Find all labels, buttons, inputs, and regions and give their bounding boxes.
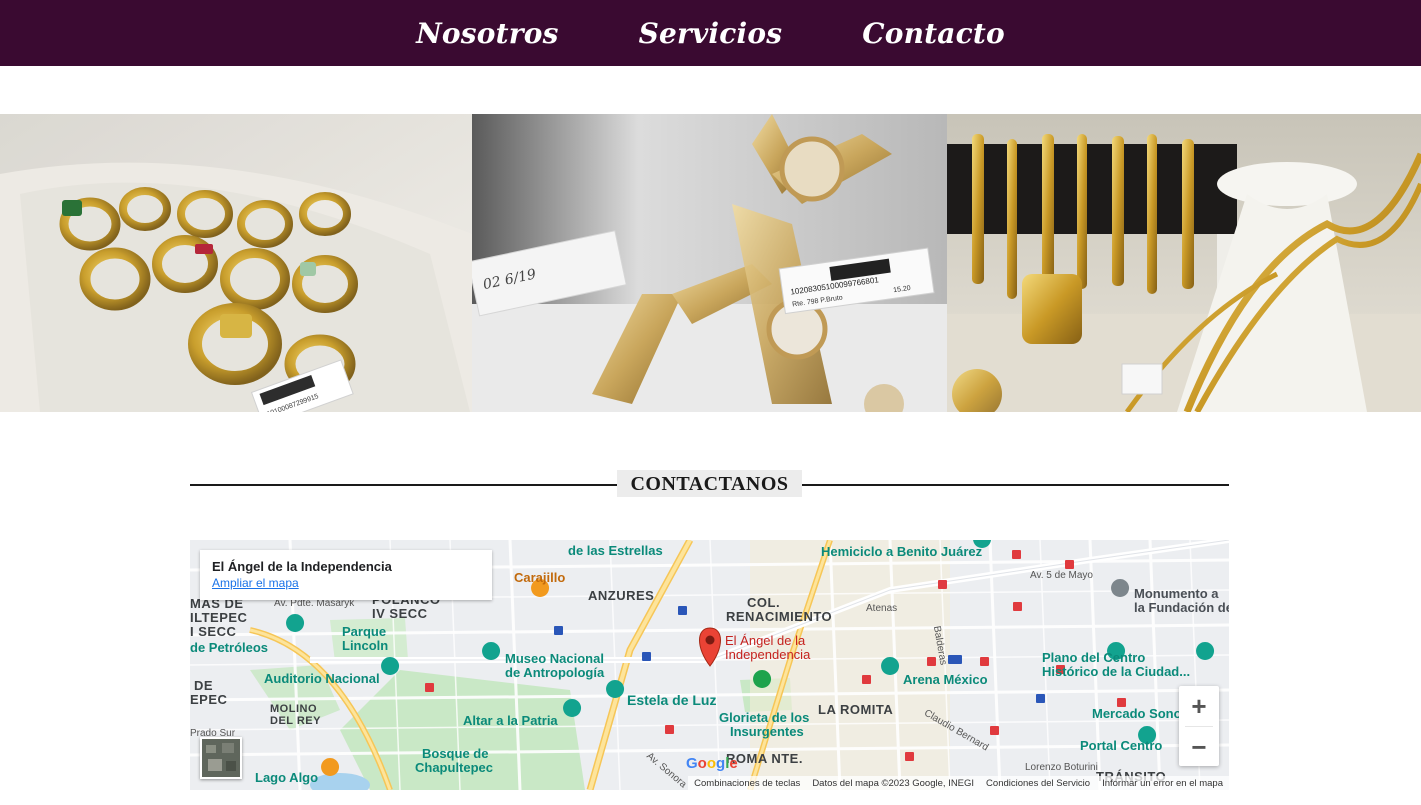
map-label-epec: EPEC bbox=[190, 692, 228, 707]
map-label-estela: Estela de Luz bbox=[627, 692, 717, 708]
map-label-i-secc: I SECC bbox=[190, 624, 237, 639]
contact-heading: CONTACTANOS bbox=[617, 470, 802, 497]
map-label-auditorio: Auditorio Nacional bbox=[264, 671, 380, 686]
contact-heading-wrap: CONTACTANOS bbox=[190, 470, 1229, 497]
map-label-renacimiento: RENACIMIENTO bbox=[726, 609, 833, 624]
map-info-card: El Ángel de la Independencia Ampliar el … bbox=[200, 550, 492, 600]
map-label-lincoln: Lincoln bbox=[342, 638, 389, 653]
map-shortcuts-link[interactable]: Combinaciones de teclas bbox=[694, 778, 800, 789]
map-label-petroleos: de Petróleos bbox=[190, 640, 269, 655]
map-label-de: DE bbox=[194, 678, 214, 693]
map-label-la-romita: LA ROMITA bbox=[818, 702, 894, 717]
map-label-bosque-2: Chapultepec bbox=[415, 760, 494, 775]
nav-contacto[interactable]: Contacto bbox=[862, 17, 1005, 50]
google-map[interactable]: ANZURES POLANCO IV SECC COL. RENACIMIENT… bbox=[190, 540, 1229, 790]
map-street-lorenzo: Lorenzo Boturini bbox=[1025, 762, 1098, 773]
map-label-iv-secc: IV SECC bbox=[372, 606, 428, 621]
map-label-parque: Parque bbox=[342, 624, 387, 639]
map-report-link[interactable]: Informar un error en el mapa bbox=[1102, 778, 1223, 789]
jewelry-gallery: 10100087299915 10208305100099766801 Rte.… bbox=[0, 114, 1421, 412]
map-label-portal: Portal Centro bbox=[1080, 738, 1163, 753]
map-label-museo-1: Museo Nacional bbox=[505, 651, 604, 666]
google-logo: Google bbox=[686, 755, 738, 772]
map-label-altar: Altar a la Patria bbox=[463, 713, 558, 728]
map-label-arena: Arena México bbox=[903, 672, 988, 687]
map-label-hemiciclo: Hemiciclo a Benito Juárez bbox=[821, 544, 983, 559]
enlarge-map-link[interactable]: Ampliar el mapa bbox=[212, 576, 480, 590]
map-place-title: El Ángel de la Independencia bbox=[212, 559, 392, 574]
rings-photo: 10100087299915 bbox=[0, 114, 472, 412]
map-label-anzures: ANZURES bbox=[588, 588, 655, 603]
map-footer: Combinaciones de teclas Datos del mapa ©… bbox=[688, 776, 1229, 790]
map-label-monumento-1: Monumento a bbox=[1134, 586, 1219, 601]
map-label-museo-2: de Antropología bbox=[505, 665, 605, 680]
map-data-attribution: Datos del mapa ©2023 Google, INEGI bbox=[812, 777, 975, 789]
map-label-glorieta-2: Insurgentes bbox=[730, 724, 804, 739]
map-terms-link[interactable]: Condiciones del Servicio bbox=[986, 778, 1090, 789]
map-label-carajillo: Carajillo bbox=[514, 570, 566, 585]
map-marker-label-1: El Ángel de la bbox=[725, 633, 806, 648]
map-label-glorieta-1: Glorieta de los bbox=[719, 710, 810, 725]
chains-photo bbox=[947, 114, 1421, 412]
watches-photo: 10208305100099766801 Rte. 798 P.Bruto 15… bbox=[472, 114, 947, 412]
zoom-out-button[interactable]: − bbox=[1179, 727, 1219, 767]
map-label-plano-1: Plano del Centro bbox=[1042, 650, 1146, 665]
map-label-mercado: Mercado Sono bbox=[1092, 706, 1182, 721]
map-marker-label-2: Independencia bbox=[725, 647, 811, 662]
map-label-estrellas: de las Estrellas bbox=[568, 543, 663, 558]
map-street-atenas: Atenas bbox=[866, 603, 898, 614]
nav-servicios[interactable]: Servicios bbox=[639, 17, 783, 50]
map-label-monumento-2: la Fundación de bbox=[1134, 600, 1229, 615]
map-label-iltepec: ILTEPEC bbox=[190, 610, 248, 625]
map-label-lago: Lago Algo bbox=[255, 770, 319, 785]
map-label-molino: MOLINO bbox=[270, 703, 317, 715]
map-label-bosque-1: Bosque de bbox=[422, 746, 489, 761]
map-label-col: COL. bbox=[747, 595, 781, 610]
map-street-5-mayo: Av. 5 de Mayo bbox=[1030, 570, 1093, 581]
map-label-del-rey: DEL REY bbox=[270, 715, 321, 727]
satellite-toggle[interactable] bbox=[200, 737, 242, 779]
map-label-plano-2: Histórico de la Ciudad... bbox=[1042, 664, 1191, 679]
main-nav: Nosotros Servicios Contacto bbox=[0, 0, 1421, 66]
zoom-in-button[interactable]: + bbox=[1179, 686, 1219, 726]
nav-nosotros[interactable]: Nosotros bbox=[416, 17, 558, 50]
map-zoom-controls: + − bbox=[1179, 686, 1219, 766]
